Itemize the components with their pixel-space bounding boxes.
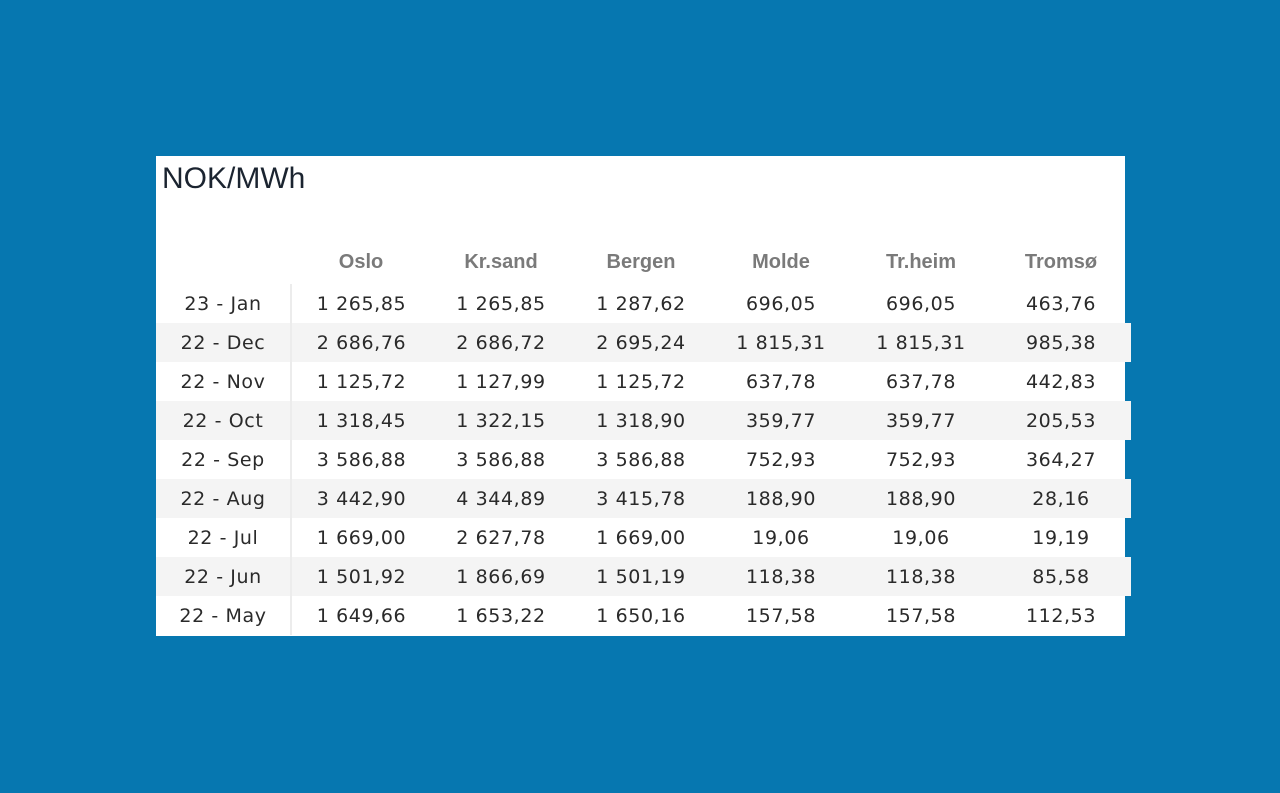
price-table-card: NOK/MWh Oslo Kr.sand Bergen Molde Tr.hei… bbox=[156, 156, 1131, 636]
table-row: 22 - Sep 3 586,88 3 586,88 3 586,88 752,93 75… bbox=[156, 440, 1131, 479]
cell-bergen: 1 669,00 bbox=[596, 526, 686, 549]
cell-tromso: 985,38 bbox=[991, 323, 1131, 362]
cell-krsand: 1 866,69 bbox=[431, 557, 571, 596]
cell-trheim: 157,58 bbox=[885, 604, 957, 627]
cell-bergen: 1 125,72 bbox=[596, 370, 686, 393]
cell-bergen: 1 318,90 bbox=[571, 401, 711, 440]
column-header-bergen: Bergen bbox=[606, 250, 676, 273]
table-row: 22 - Aug 3 442,90 4 344,89 3 415,78 188,90 18… bbox=[156, 479, 1131, 518]
cell-krsand: 1 653,22 bbox=[456, 604, 546, 627]
price-table: Oslo Kr.sand Bergen Molde Tr.heim Tromsø… bbox=[156, 240, 1132, 635]
cell-oslo: 1 669,00 bbox=[316, 526, 407, 549]
cell-oslo: 3 442,90 bbox=[291, 479, 431, 518]
cell-bergen: 1 287,62 bbox=[596, 292, 686, 315]
cell-trheim: 696,05 bbox=[885, 292, 957, 315]
cell-tromso: 364,27 bbox=[1025, 448, 1097, 471]
cell-molde: 157,58 bbox=[745, 604, 817, 627]
cell-bergen: 3 586,88 bbox=[596, 448, 686, 471]
cell-molde: 696,05 bbox=[745, 292, 817, 315]
table-row: 22 - Dec 2 686,76 2 686,72 2 695,24 1 815,31… bbox=[156, 323, 1131, 362]
row-label: 22 - Sep bbox=[156, 440, 292, 479]
table-row: 23 - Jan 1 265,85 1 265,85 1 287,62 696,05 69… bbox=[156, 284, 1131, 323]
row-label: 22 - Jul bbox=[156, 518, 292, 557]
cell-oslo: 1 501,92 bbox=[291, 557, 431, 596]
cell-molde: 1 815,31 bbox=[711, 323, 851, 362]
header-row: Oslo Kr.sand Bergen Molde Tr.heim Tromsø bbox=[156, 240, 1131, 284]
cell-bergen: 2 695,24 bbox=[571, 323, 711, 362]
cell-oslo: 1 265,85 bbox=[316, 292, 407, 315]
cell-tromso: 463,76 bbox=[1025, 292, 1097, 315]
cell-krsand: 2 686,72 bbox=[431, 323, 571, 362]
cell-krsand: 2 627,78 bbox=[456, 526, 546, 549]
table-row: 22 - Oct 1 318,45 1 322,15 1 318,90 359,77 35… bbox=[156, 401, 1131, 440]
column-header-oslo: Oslo bbox=[338, 250, 384, 273]
cell-trheim: 188,90 bbox=[851, 479, 991, 518]
cell-trheim: 118,38 bbox=[851, 557, 991, 596]
cell-krsand: 1 127,99 bbox=[456, 370, 546, 393]
cell-krsand: 3 586,88 bbox=[456, 448, 546, 471]
cell-molde: 637,78 bbox=[745, 370, 817, 393]
cell-tromso: 19,19 bbox=[1032, 526, 1090, 549]
cell-oslo: 1 649,66 bbox=[316, 604, 407, 627]
cell-tromso: 28,16 bbox=[991, 479, 1131, 518]
cell-molde: 359,77 bbox=[711, 401, 851, 440]
column-header-krsand: Kr.sand bbox=[464, 250, 538, 273]
row-label: 22 - May bbox=[156, 596, 292, 635]
cell-tromso: 442,83 bbox=[1025, 370, 1097, 393]
cell-trheim: 19,06 bbox=[892, 526, 950, 549]
cell-tromso: 205,53 bbox=[991, 401, 1131, 440]
cell-trheim: 1 815,31 bbox=[851, 323, 991, 362]
table-row: 22 - Nov 1 125,72 1 127,99 1 125,72 637,78 63… bbox=[156, 362, 1131, 401]
column-header-tromso: Tromsø bbox=[1024, 250, 1098, 273]
table-row: 22 - Jul 1 669,00 2 627,78 1 669,00 19,06 19,… bbox=[156, 518, 1131, 557]
cell-molde: 188,90 bbox=[711, 479, 851, 518]
cell-trheim: 637,78 bbox=[885, 370, 957, 393]
column-header-period bbox=[156, 240, 291, 284]
cell-krsand: 1 322,15 bbox=[431, 401, 571, 440]
cell-tromso: 112,53 bbox=[1025, 604, 1097, 627]
cell-bergen: 1 650,16 bbox=[596, 604, 686, 627]
table-title: NOK/MWh bbox=[162, 162, 306, 195]
table-row: 22 - Jun 1 501,92 1 866,69 1 501,19 118,38 11… bbox=[156, 557, 1131, 596]
cell-oslo: 3 586,88 bbox=[316, 448, 407, 471]
cell-tromso: 85,58 bbox=[991, 557, 1131, 596]
table-row: 22 - May 1 649,66 1 653,22 1 650,16 157,58 15… bbox=[156, 596, 1131, 635]
row-label: 22 - Dec bbox=[156, 323, 292, 362]
cell-trheim: 359,77 bbox=[851, 401, 991, 440]
cell-molde: 19,06 bbox=[752, 526, 810, 549]
cell-oslo: 1 318,45 bbox=[291, 401, 431, 440]
cell-bergen: 1 501,19 bbox=[571, 557, 711, 596]
row-label: 22 - Nov bbox=[156, 362, 292, 401]
cell-krsand: 4 344,89 bbox=[431, 479, 571, 518]
cell-bergen: 3 415,78 bbox=[571, 479, 711, 518]
row-label: 23 - Jan bbox=[156, 284, 292, 323]
column-header-molde: Molde bbox=[752, 250, 810, 273]
cell-molde: 118,38 bbox=[711, 557, 851, 596]
cell-oslo: 1 125,72 bbox=[316, 370, 407, 393]
row-label: 22 - Aug bbox=[156, 479, 292, 518]
cell-trheim: 752,93 bbox=[885, 448, 957, 471]
table-body: 23 - Jan 1 265,85 1 265,85 1 287,62 696,05 69… bbox=[156, 284, 1131, 635]
cell-molde: 752,93 bbox=[745, 448, 817, 471]
column-header-trheim: Tr.heim bbox=[885, 250, 957, 273]
cell-oslo: 2 686,76 bbox=[291, 323, 431, 362]
row-label: 22 - Jun bbox=[156, 557, 292, 596]
row-label: 22 - Oct bbox=[156, 401, 292, 440]
cell-krsand: 1 265,85 bbox=[456, 292, 546, 315]
